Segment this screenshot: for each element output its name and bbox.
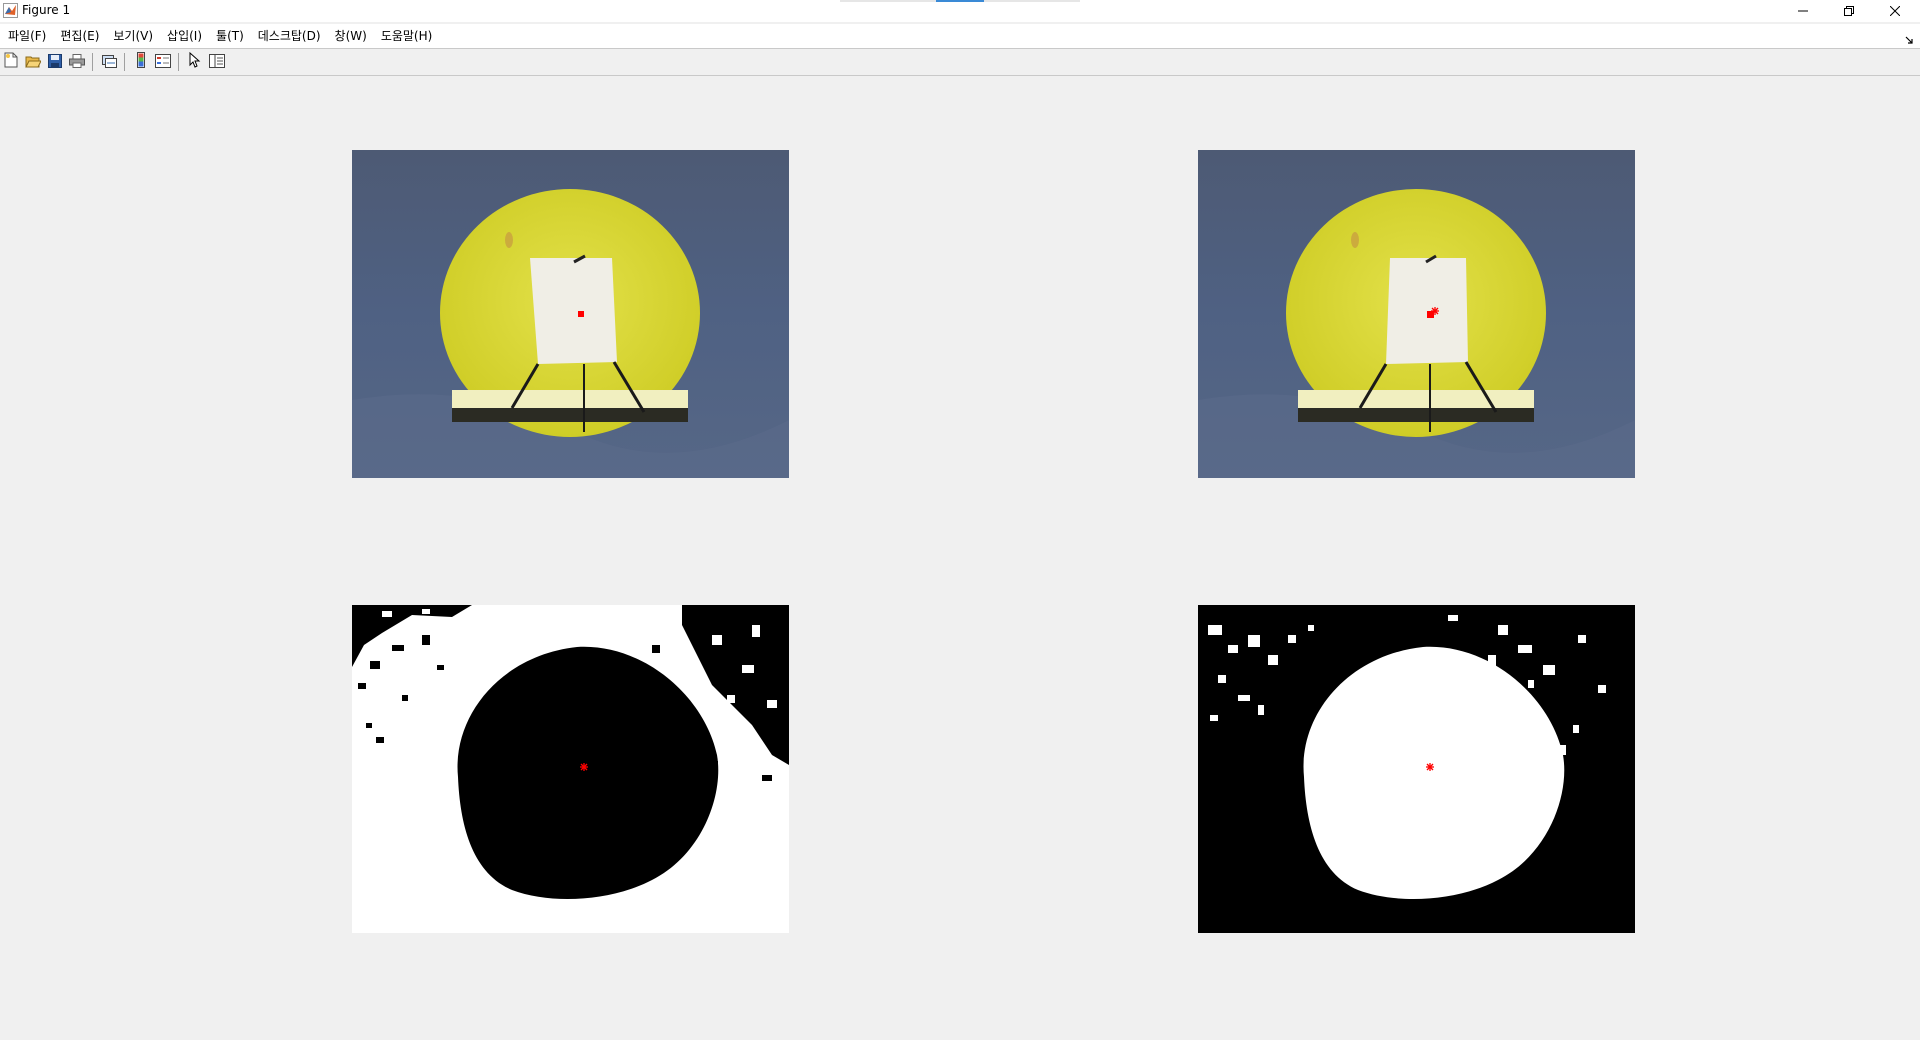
taskbar-indicator	[840, 0, 1080, 2]
subplot-original-photo[interactable]	[352, 150, 789, 478]
open-file-icon	[25, 53, 42, 72]
link-plot-button[interactable]	[100, 53, 118, 71]
binary-mask-image	[352, 605, 789, 933]
colorbar-icon	[135, 52, 147, 72]
close-icon	[1890, 6, 1900, 16]
new-figure-icon	[4, 52, 18, 72]
centroid-marker-star	[580, 763, 588, 771]
window-title: Figure 1	[22, 3, 71, 17]
toolbar-divider	[0, 75, 1920, 76]
toolbar-separator	[178, 53, 179, 71]
minimize-button[interactable]	[1780, 0, 1826, 22]
open-file-button[interactable]	[24, 53, 42, 71]
close-button[interactable]	[1872, 0, 1918, 22]
menu-bar: 파일(F) 편집(E) 보기(V) 삽입(I) 툴(T) 데스크탑(D) 창(W…	[0, 24, 1920, 48]
edit-plot-cursor-icon	[189, 51, 201, 72]
minimize-icon	[1798, 6, 1808, 16]
taskbar-indicator-active	[936, 0, 984, 2]
property-inspector-button[interactable]	[208, 53, 226, 71]
toolbar-separator	[124, 53, 125, 71]
menu-view[interactable]: 보기(V)	[106, 24, 160, 48]
matlab-icon	[3, 3, 18, 18]
menu-divider	[0, 48, 1920, 49]
restore-icon	[1844, 6, 1854, 16]
property-inspector-icon	[209, 53, 225, 72]
subplot-inverted-mask[interactable]	[352, 605, 789, 933]
centroid-marker-star	[1426, 763, 1434, 771]
centroid-marker-square	[578, 311, 584, 317]
edit-plot-button[interactable]	[186, 51, 204, 72]
link-plot-icon	[101, 53, 117, 72]
save-button[interactable]	[46, 53, 64, 71]
subplot-binary-mask[interactable]	[1198, 605, 1635, 933]
menu-edit[interactable]: 편집(E)	[53, 24, 106, 48]
print-icon	[69, 53, 85, 72]
binary-mask-image	[1198, 605, 1635, 933]
title-bar: Figure 1	[0, 0, 1920, 22]
legend-button[interactable]	[154, 53, 172, 71]
dock-figure-icon[interactable]	[1904, 30, 1914, 44]
photo-image	[352, 150, 789, 478]
legend-icon	[155, 53, 171, 72]
centroid-marker-star	[1431, 307, 1439, 315]
menu-file[interactable]: 파일(F)	[0, 24, 53, 48]
subplot-marked-photo[interactable]	[1198, 150, 1635, 478]
figure-window: Figure 1 파일(F) 편집(E) 보기(V) 삽입(I) 툴(T) 데스…	[0, 0, 1920, 1040]
menu-tools[interactable]: 툴(T)	[209, 24, 251, 48]
menu-desktop[interactable]: 데스크탑(D)	[251, 24, 328, 48]
toolbar-separator	[92, 53, 93, 71]
new-figure-button[interactable]	[2, 52, 20, 72]
print-button[interactable]	[68, 53, 86, 71]
photo-image	[1198, 150, 1635, 478]
menu-insert[interactable]: 삽입(I)	[160, 24, 209, 48]
menu-help[interactable]: 도움말(H)	[374, 24, 440, 48]
colorbar-button[interactable]	[132, 52, 150, 72]
figure-toolbar	[0, 50, 1920, 74]
restore-button[interactable]	[1826, 0, 1872, 22]
menu-window[interactable]: 창(W)	[328, 24, 374, 48]
save-icon	[48, 53, 62, 72]
centroid-marker-square	[1427, 311, 1434, 318]
